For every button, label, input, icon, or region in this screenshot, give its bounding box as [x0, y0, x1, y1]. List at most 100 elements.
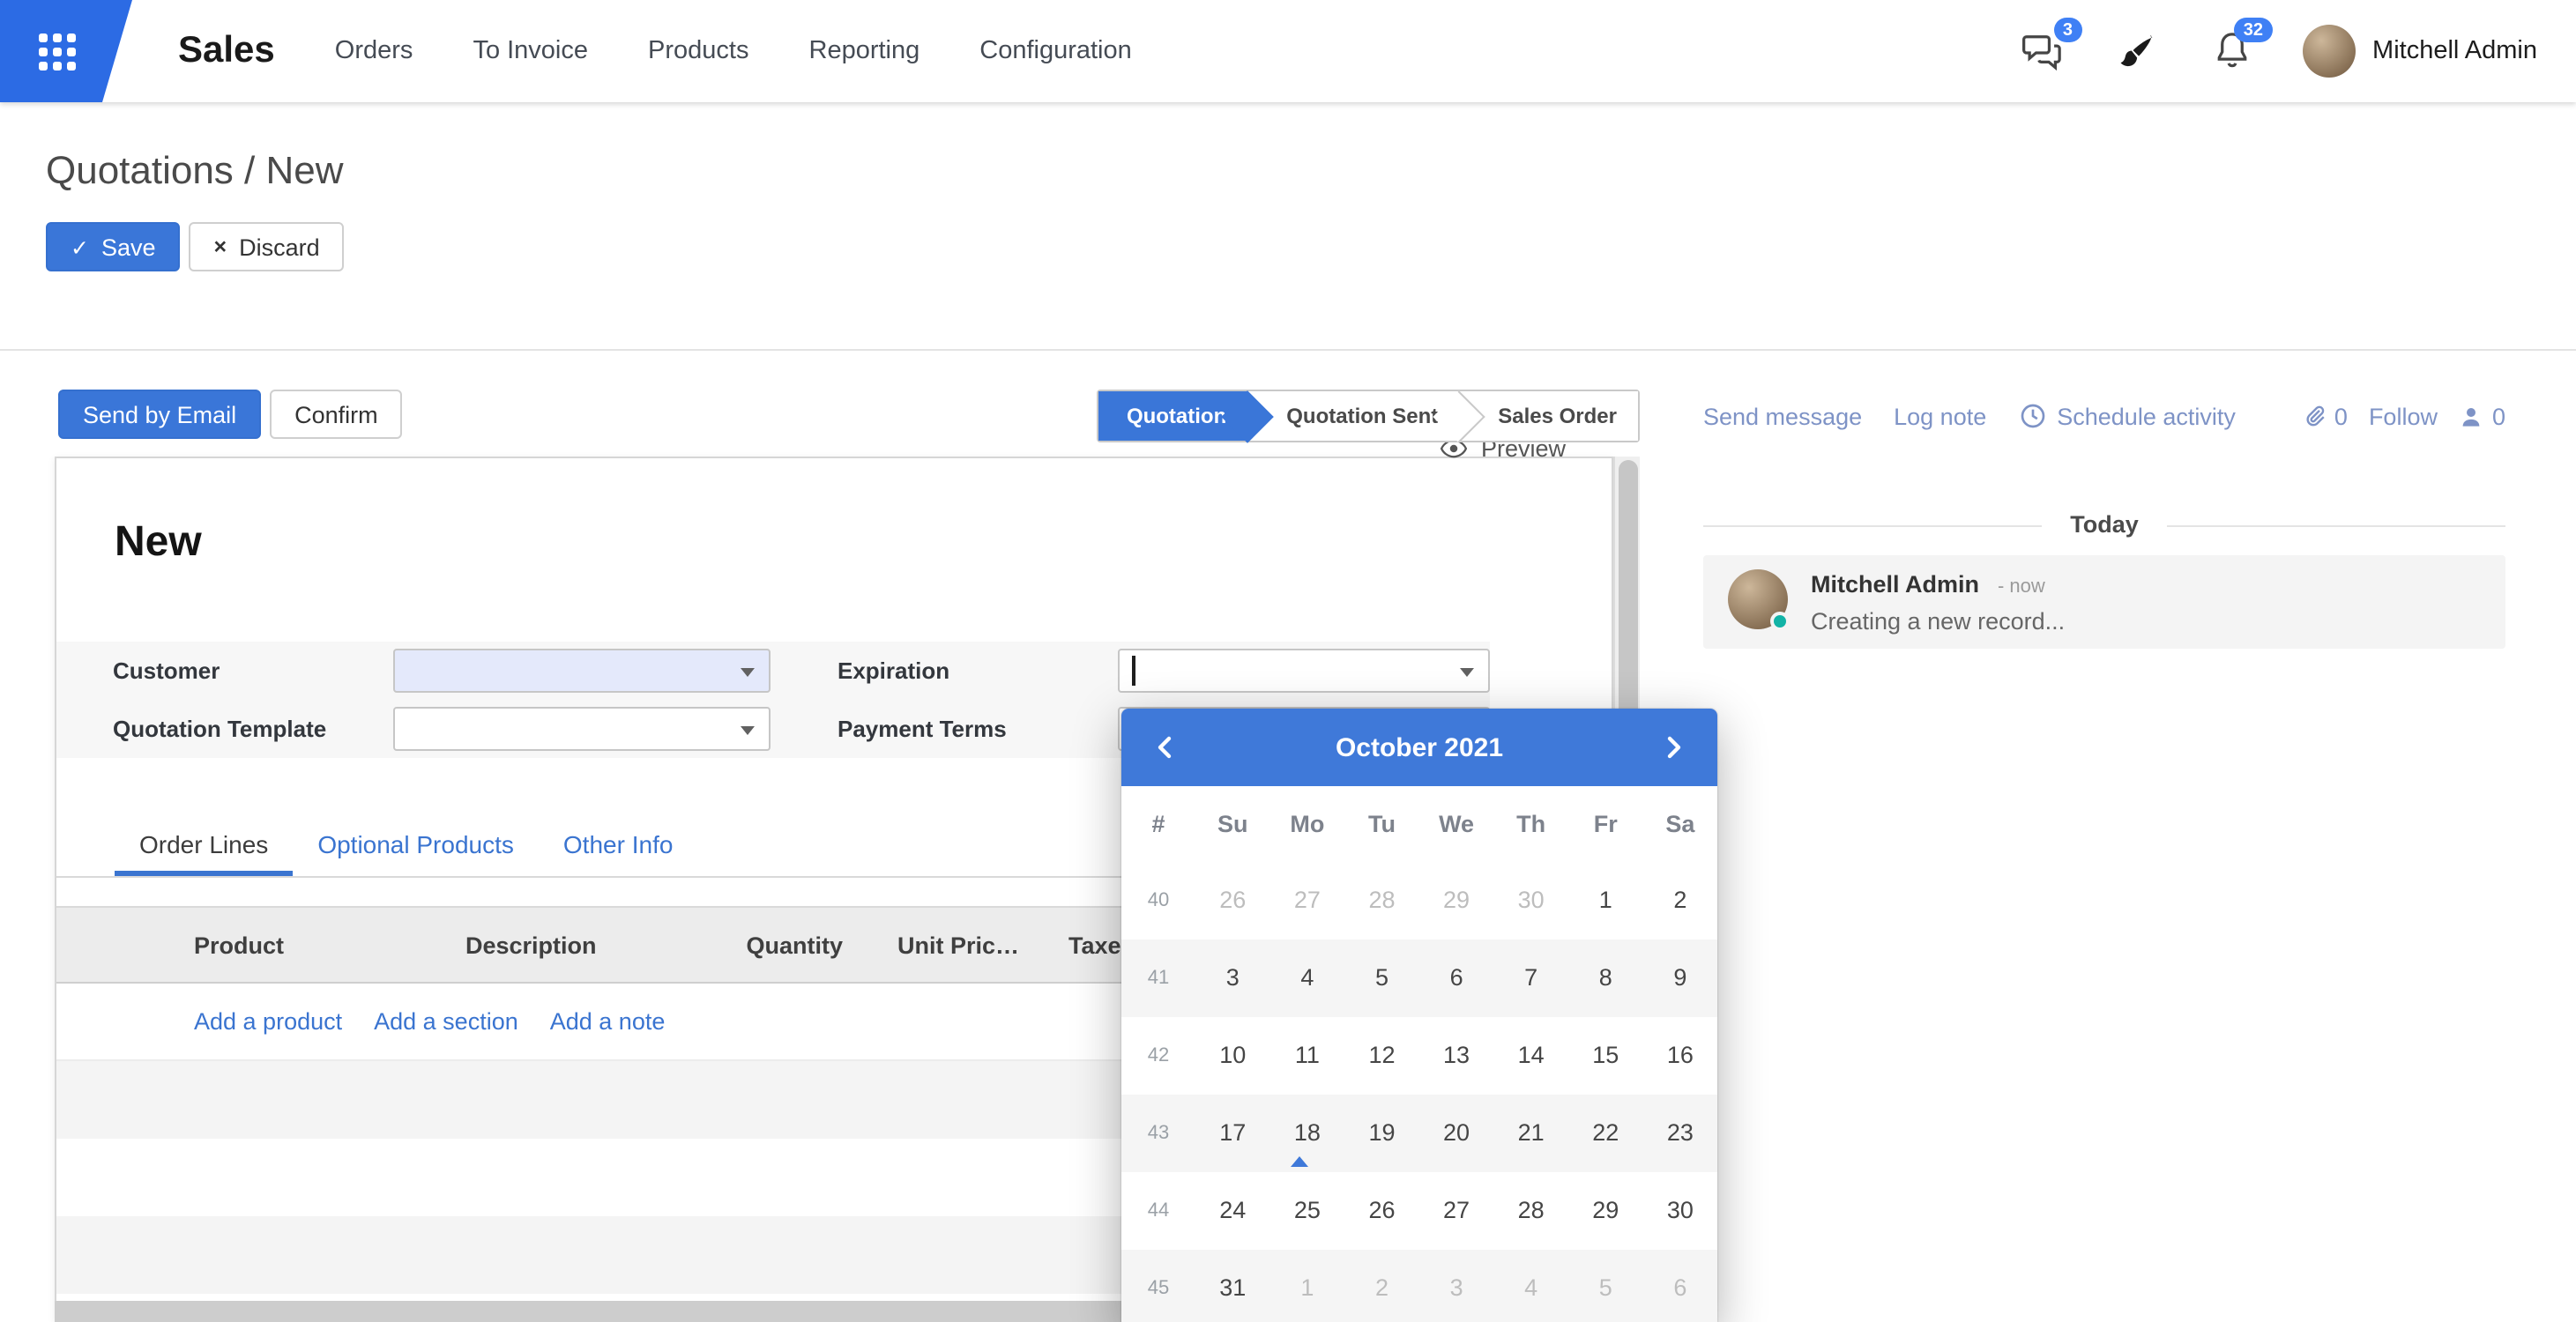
- calendar-day[interactable]: 1: [1568, 862, 1643, 940]
- calendar-day[interactable]: 7: [1493, 940, 1568, 1017]
- add-a-product-link[interactable]: Add a product: [194, 1008, 342, 1035]
- calendar-day[interactable]: 14: [1493, 1017, 1568, 1095]
- close-icon: ×: [214, 234, 227, 259]
- calendar-day[interactable]: 29: [1568, 1172, 1643, 1250]
- calendar-day[interactable]: 4: [1270, 940, 1345, 1017]
- breadcrumb-quotations[interactable]: Quotations: [46, 148, 234, 192]
- tab-order-lines[interactable]: Order Lines: [115, 818, 293, 876]
- day-of-week-label: Th: [1493, 811, 1568, 837]
- calendar-day[interactable]: 21: [1493, 1095, 1568, 1172]
- datepicker-month-title[interactable]: October 2021: [1185, 732, 1654, 762]
- calendar-day[interactable]: 10: [1195, 1017, 1270, 1095]
- calendar-day[interactable]: 2: [1643, 862, 1717, 940]
- calendar-day[interactable]: 26: [1195, 862, 1270, 940]
- add-a-section-link[interactable]: Add a section: [374, 1008, 518, 1035]
- previous-month-button[interactable]: [1146, 728, 1185, 767]
- calendar-day[interactable]: 23: [1643, 1095, 1717, 1172]
- today-label: Today: [2042, 511, 2167, 538]
- calendar-day[interactable]: 12: [1344, 1017, 1419, 1095]
- calendar-day[interactable]: 27: [1270, 862, 1345, 940]
- calendar-day[interactable]: 5: [1568, 1250, 1643, 1322]
- calendar-day[interactable]: 28: [1493, 1172, 1568, 1250]
- status-quotation-sent[interactable]: Quotation Sent: [1247, 391, 1459, 441]
- calendar-day[interactable]: 1: [1270, 1250, 1345, 1322]
- chatter: Send message Log note Schedule activity: [1640, 351, 2576, 1322]
- week-number: 44: [1121, 1200, 1195, 1222]
- day-of-week-label: Sa: [1643, 811, 1717, 837]
- menu-orders[interactable]: Orders: [335, 37, 413, 65]
- datepicker-weeks: 4026272829301241345678942101112131415164…: [1121, 862, 1717, 1322]
- menu-products[interactable]: Products: [648, 37, 748, 65]
- column-unit-price: Unit Pric…: [843, 932, 1019, 958]
- status-sales-order[interactable]: Sales Order: [1459, 391, 1638, 441]
- user-menu[interactable]: Mitchell Admin: [2302, 25, 2537, 78]
- attachments-button[interactable]: 0: [2301, 403, 2348, 429]
- calendar-day[interactable]: 5: [1344, 940, 1419, 1017]
- calendar-day[interactable]: 3: [1419, 1250, 1494, 1322]
- chatter-message: Mitchell Admin - now Creating a new reco…: [1703, 555, 2505, 649]
- calendar-day[interactable]: 27: [1419, 1172, 1494, 1250]
- messages-button[interactable]: 3: [2016, 26, 2066, 76]
- schedule-activity-button[interactable]: Schedule activity: [2018, 402, 2236, 430]
- calendar-day[interactable]: 9: [1643, 940, 1717, 1017]
- calendar-day[interactable]: 24: [1195, 1172, 1270, 1250]
- statusbar: Quotation Quotation Sent Sales Order: [1097, 390, 1640, 442]
- calendar-day[interactable]: 11: [1270, 1017, 1345, 1095]
- follow-button[interactable]: Follow: [2369, 403, 2438, 429]
- apps-menu-button[interactable]: [0, 0, 132, 102]
- brush-icon: [2116, 31, 2156, 71]
- next-month-button[interactable]: [1654, 728, 1693, 767]
- calendar-day[interactable]: 28: [1344, 862, 1419, 940]
- text-cursor: [1132, 656, 1135, 686]
- add-a-note-link[interactable]: Add a note: [550, 1008, 666, 1035]
- expiration-input[interactable]: [1118, 649, 1490, 693]
- tab-other-info[interactable]: Other Info: [539, 818, 698, 876]
- quotation-template-input[interactable]: [393, 707, 771, 751]
- calendar-day[interactable]: 19: [1344, 1095, 1419, 1172]
- activities-button[interactable]: [2111, 26, 2161, 76]
- calendar-day[interactable]: 8: [1568, 940, 1643, 1017]
- paperclip-icon: [2301, 403, 2327, 429]
- menu-reporting[interactable]: Reporting: [809, 37, 920, 65]
- follower-count: 0: [2492, 403, 2505, 429]
- record-action-buttons: ✓ Save × Discard: [46, 222, 2576, 271]
- log-note-button[interactable]: Log note: [1894, 403, 1986, 429]
- payment-terms-label: Payment Terms: [838, 716, 1118, 742]
- chevron-left-icon: [1153, 735, 1178, 760]
- calendar-day-today[interactable]: 18: [1270, 1095, 1345, 1172]
- calendar-day[interactable]: 2: [1344, 1250, 1419, 1322]
- save-button[interactable]: ✓ Save: [46, 222, 181, 271]
- chatter-right-actions: 0 Follow 0: [2301, 403, 2505, 429]
- calendar-day[interactable]: 13: [1419, 1017, 1494, 1095]
- day-of-week-label: Mo: [1270, 811, 1345, 837]
- customer-input[interactable]: [393, 649, 771, 693]
- app-name[interactable]: Sales: [178, 30, 275, 72]
- calendar-day[interactable]: 17: [1195, 1095, 1270, 1172]
- breadcrumb-separator: /: [234, 148, 266, 192]
- calendar-day[interactable]: 25: [1270, 1172, 1345, 1250]
- calendar-day[interactable]: 16: [1643, 1017, 1717, 1095]
- customer-label: Customer: [113, 657, 393, 684]
- send-message-button[interactable]: Send message: [1703, 403, 1862, 429]
- calendar-day[interactable]: 20: [1419, 1095, 1494, 1172]
- discard-button[interactable]: × Discard: [190, 222, 345, 271]
- calendar-day[interactable]: 31: [1195, 1250, 1270, 1322]
- calendar-day[interactable]: 15: [1568, 1017, 1643, 1095]
- calendar-day[interactable]: 6: [1643, 1250, 1717, 1322]
- menu-to-invoice[interactable]: To Invoice: [473, 37, 588, 65]
- calendar-day[interactable]: 29: [1419, 862, 1494, 940]
- calendar-day[interactable]: 30: [1493, 862, 1568, 940]
- notifications-button[interactable]: 32: [2207, 26, 2256, 76]
- menu-configuration[interactable]: Configuration: [979, 37, 1132, 65]
- followers-button[interactable]: 0: [2459, 403, 2505, 429]
- status-quotation[interactable]: Quotation: [1098, 391, 1247, 441]
- calendar-day[interactable]: 22: [1568, 1095, 1643, 1172]
- calendar-day[interactable]: 6: [1419, 940, 1494, 1017]
- calendar-day[interactable]: 4: [1493, 1250, 1568, 1322]
- tab-optional-products[interactable]: Optional Products: [293, 818, 539, 876]
- calendar-day[interactable]: 3: [1195, 940, 1270, 1017]
- send-by-email-button[interactable]: Send by Email: [58, 390, 261, 439]
- calendar-day[interactable]: 30: [1643, 1172, 1717, 1250]
- calendar-day[interactable]: 26: [1344, 1172, 1419, 1250]
- confirm-button[interactable]: Confirm: [270, 390, 403, 439]
